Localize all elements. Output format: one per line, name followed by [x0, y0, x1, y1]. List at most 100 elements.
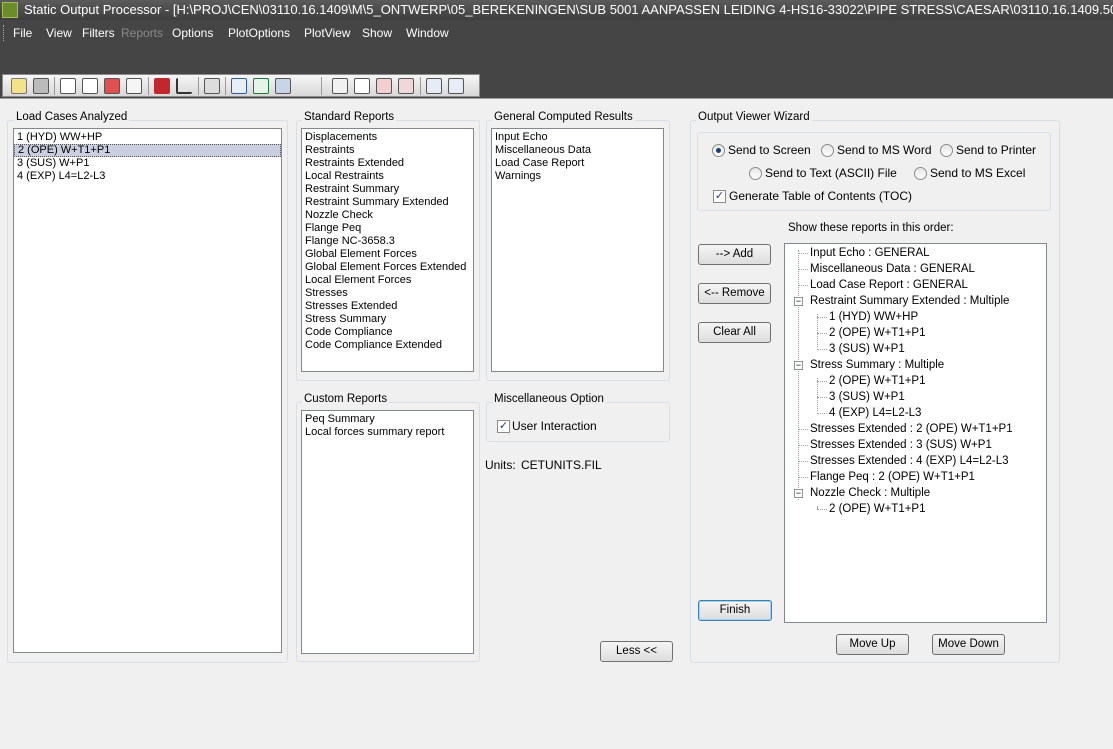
tree-line: [798, 269, 808, 270]
list-item[interactable]: Input Echo: [492, 131, 663, 144]
tree-item[interactable]: Flange Peq : 2 (OPE) W+T1+P1: [810, 469, 975, 485]
list-item[interactable]: Code Compliance: [302, 326, 473, 339]
menu-filters[interactable]: Filters: [82, 26, 115, 40]
tree-item[interactable]: Load Case Report : GENERAL: [810, 277, 968, 293]
add-button[interactable]: --> Add: [698, 244, 771, 265]
collapse-icon[interactable]: −: [794, 489, 803, 498]
excel-icon[interactable]: [253, 78, 269, 94]
page-setup-icon[interactable]: [82, 78, 98, 94]
list-item[interactable]: Local Restraints: [302, 170, 473, 183]
list-item[interactable]: Miscellaneous Data: [492, 144, 663, 157]
tree-item[interactable]: Miscellaneous Data : GENERAL: [810, 261, 975, 277]
general-results-list[interactable]: Input Echo Miscellaneous Data Load Case …: [491, 128, 664, 372]
list-item[interactable]: Restraints: [302, 144, 473, 157]
collapse-icon[interactable]: −: [794, 361, 803, 370]
table-icon[interactable]: [332, 78, 348, 94]
list-item[interactable]: Load Case Report: [492, 157, 663, 170]
menu-file[interactable]: File: [13, 26, 32, 40]
tree-item[interactable]: Nozzle Check : Multiple: [810, 485, 930, 501]
menu-plotoptions[interactable]: PlotOptions: [228, 26, 290, 40]
record-icon[interactable]: [154, 78, 170, 94]
move-down-button[interactable]: Move Down: [932, 634, 1005, 655]
list-item[interactable]: Global Element Forces Extended: [302, 261, 473, 274]
list-item[interactable]: Restraint Summary: [302, 183, 473, 196]
list-item[interactable]: Nozzle Check: [302, 209, 473, 222]
tree-item[interactable]: Input Echo : GENERAL: [810, 245, 930, 261]
menu-plotview[interactable]: PlotView: [304, 26, 350, 40]
user-interaction-checkbox[interactable]: ✓: [497, 420, 510, 433]
list-item[interactable]: Code Compliance Extended: [302, 339, 473, 352]
tree-line: [817, 509, 827, 510]
units-label: Units:: [485, 458, 516, 472]
tree-item[interactable]: 3 (SUS) W+P1: [829, 341, 905, 357]
delete-icon[interactable]: [376, 78, 392, 94]
list-item[interactable]: 1 (HYD) WW+HP: [14, 131, 281, 144]
list-item[interactable]: Global Element Forces: [302, 248, 473, 261]
tree-item[interactable]: 1 (HYD) WW+HP: [829, 309, 918, 325]
send-to-excel-radio[interactable]: [914, 167, 927, 180]
report-icon[interactable]: [104, 78, 120, 94]
list-item[interactable]: Stress Summary: [302, 313, 473, 326]
finish-button[interactable]: Finish: [698, 600, 772, 621]
clear-icon[interactable]: [398, 78, 414, 94]
less-button[interactable]: Less <<: [600, 641, 673, 662]
send-to-text-radio[interactable]: [749, 167, 762, 180]
report-order-label: Show these reports in this order:: [788, 222, 954, 234]
standard-reports-list[interactable]: Displacements Restraints Restraints Exte…: [301, 128, 474, 372]
list-item[interactable]: Displacements: [302, 131, 473, 144]
toolbar-separator: [420, 77, 421, 95]
list-item[interactable]: Restraint Summary Extended: [302, 196, 473, 209]
printer-icon[interactable]: [204, 78, 220, 94]
list-item[interactable]: Warnings: [492, 170, 663, 183]
list-item[interactable]: Flange Peq: [302, 222, 473, 235]
send-to-printer-radio[interactable]: [940, 144, 953, 157]
menu-view[interactable]: View: [46, 26, 72, 40]
list-item[interactable]: Peq Summary: [302, 413, 473, 426]
dropdown-arrow-icon[interactable]: [297, 78, 307, 94]
tree-line: [817, 378, 818, 411]
screen-icon[interactable]: [275, 78, 291, 94]
tree-item[interactable]: Stresses Extended : 4 (EXP) L4=L2-L3: [810, 453, 1009, 469]
report-order-tree[interactable]: − − − Input Echo : GENERAL Miscellaneous…: [784, 243, 1047, 623]
list-item[interactable]: Restraints Extended: [302, 157, 473, 170]
list-item[interactable]: Flange NC-3658.3: [302, 235, 473, 248]
tree-item[interactable]: Stress Summary : Multiple: [810, 357, 944, 373]
clear-all-button[interactable]: Clear All: [698, 322, 771, 343]
send-to-screen-radio[interactable]: [712, 144, 725, 157]
list-item[interactable]: 3 (SUS) W+P1: [14, 157, 281, 170]
save-icon[interactable]: [33, 78, 49, 94]
tree-item[interactable]: Stresses Extended : 2 (OPE) W+T1+P1: [810, 421, 1013, 437]
menu-show[interactable]: Show: [362, 26, 392, 40]
remove-button[interactable]: <-- Remove: [698, 283, 771, 304]
word-icon[interactable]: [231, 78, 247, 94]
tree-item[interactable]: 4 (EXP) L4=L2-L3: [829, 405, 921, 421]
load-cases-list[interactable]: 1 (HYD) WW+HP 2 (OPE) W+T1+P1 3 (SUS) W+…: [13, 128, 282, 653]
list-item-selected[interactable]: 2 (OPE) W+T1+P1: [14, 144, 281, 157]
page-icon[interactable]: [60, 78, 76, 94]
tree-item[interactable]: 2 (OPE) W+T1+P1: [829, 501, 926, 517]
tree-item[interactable]: Restraint Summary Extended : Multiple: [810, 293, 1009, 309]
list-item[interactable]: Stresses Extended: [302, 300, 473, 313]
menu-window[interactable]: Window: [406, 26, 449, 40]
list-item[interactable]: Local Element Forces: [302, 274, 473, 287]
tree-item[interactable]: Stresses Extended : 3 (SUS) W+P1: [810, 437, 992, 453]
list-item[interactable]: Local forces summary report: [302, 426, 473, 439]
edit-icon[interactable]: [354, 78, 370, 94]
list-item[interactable]: 4 (EXP) L4=L2-L3: [14, 170, 281, 183]
tree-item[interactable]: 2 (OPE) W+T1+P1: [829, 325, 926, 341]
tree-item[interactable]: 2 (OPE) W+T1+P1: [829, 373, 926, 389]
open-icon[interactable]: [11, 78, 27, 94]
tree-item[interactable]: 3 (SUS) W+P1: [829, 389, 905, 405]
custom-reports-list[interactable]: Peq Summary Local forces summary report: [301, 410, 474, 654]
send-to-word-radio[interactable]: [821, 144, 834, 157]
collapse-icon[interactable]: −: [794, 297, 803, 306]
document-icon[interactable]: [126, 78, 142, 94]
settings-icon[interactable]: [448, 78, 464, 94]
list-item[interactable]: Stresses: [302, 287, 473, 300]
menu-options[interactable]: Options: [172, 26, 213, 40]
properties-icon[interactable]: [426, 78, 442, 94]
axis-icon[interactable]: [176, 78, 192, 94]
menu-reports[interactable]: Reports: [121, 26, 163, 40]
move-up-button[interactable]: Move Up: [836, 634, 909, 655]
generate-toc-checkbox[interactable]: ✓: [713, 190, 726, 203]
